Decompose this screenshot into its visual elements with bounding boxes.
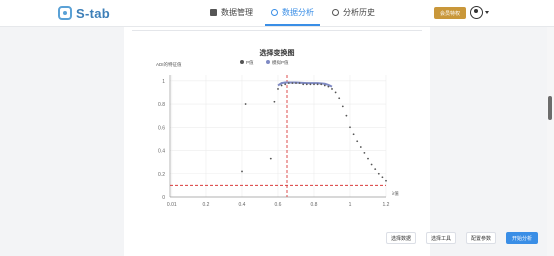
data-point [338, 97, 341, 100]
x-tick-label: 1 [349, 202, 352, 208]
data-point [385, 179, 387, 182]
y-tick-label: 1 [162, 79, 165, 85]
main-nav: 数据管理 数据分析 分析历史 [204, 0, 387, 26]
legend-label: 模拟P值 [272, 59, 289, 66]
start-analysis-button[interactable]: 开始分析 [506, 232, 538, 244]
select-tool-button[interactable]: 选择工具 [426, 232, 456, 244]
data-point [273, 100, 276, 103]
x-tick-label: 0.01 [167, 202, 177, 208]
data-point [313, 83, 315, 86]
data-point [298, 82, 301, 85]
chart-title: 选择变换图 [260, 48, 295, 57]
data-point [374, 168, 377, 171]
data-point [334, 91, 337, 94]
x-tick-label: 0.4 [239, 202, 246, 208]
y-tick-label: 0.8 [158, 102, 165, 108]
data-point [280, 84, 283, 87]
data-point [381, 176, 384, 179]
data-point [356, 140, 359, 143]
logo-text: S-tab [76, 5, 110, 21]
chevron-down-icon[interactable] [485, 11, 489, 14]
chart-card: 0.01 0.2 0.4 0.6 0.8 1 1.2 0 0.2 0.4 0.6 0.8 1 选择变换图 A… [132, 30, 422, 223]
data-point [323, 84, 326, 87]
data-point [377, 172, 380, 175]
data-point [367, 157, 369, 160]
data-point [349, 126, 351, 129]
data-point [302, 83, 305, 86]
data-point [269, 157, 272, 160]
y-tick-label: 0.6 [158, 125, 165, 131]
database-icon [210, 8, 217, 16]
lambda-chart: 0.01 0.2 0.4 0.6 0.8 1 1.2 0 0.2 0.4 0.6 0.8 1 选择变换图 A… [156, 48, 399, 208]
data-point [291, 82, 294, 85]
y-axis-label: ADI的特征值 [156, 61, 182, 68]
fit-line [277, 81, 333, 88]
x-tick-label: 0.6 [275, 202, 282, 208]
data-point [305, 83, 308, 86]
data-point [320, 83, 323, 86]
user-avatar-icon[interactable] [470, 6, 483, 19]
legend-marker [266, 60, 270, 64]
data-point [370, 163, 373, 166]
data-point [295, 82, 297, 85]
data-point [359, 146, 362, 148]
membership-button[interactable]: 会员特权 [434, 7, 466, 19]
nav-item-label: 数据管理 [221, 7, 253, 17]
data-point [287, 82, 290, 85]
data-point [277, 88, 279, 90]
x-tick-label: 0.2 [203, 202, 210, 208]
y-tick-label: 0.2 [158, 172, 165, 178]
nav-item-analysis-history[interactable]: 分析历史 [326, 0, 381, 24]
x-tick-label: 0.8 [311, 202, 318, 208]
x-axis-label: λ值 [392, 190, 399, 197]
data-point [244, 103, 247, 105]
nav-item-data-management[interactable]: 数据管理 [204, 0, 259, 24]
data-point [363, 151, 366, 154]
y-tick-label: 0 [162, 195, 165, 201]
vertical-scrollbar[interactable] [547, 27, 554, 256]
data-point [345, 114, 348, 117]
data-point [316, 83, 319, 86]
data-point [309, 83, 312, 86]
chart-icon [271, 8, 278, 16]
data-point [331, 88, 333, 90]
nav-item-data-analysis[interactable]: 数据分析 [265, 0, 320, 26]
nav-item-label: 分析历史 [343, 7, 375, 17]
y-tick-label: 0.4 [158, 149, 165, 155]
top-navigation-bar: S-tab 数据管理 数据分析 分析历史 会员特权 [0, 0, 554, 27]
select-data-button[interactable]: 选择数据 [386, 232, 416, 244]
x-tick-label: 1.2 [383, 202, 390, 208]
data-point [352, 133, 355, 136]
data-point [241, 170, 243, 173]
app-logo[interactable]: S-tab [58, 4, 110, 22]
legend-marker [240, 60, 244, 64]
configure-params-button[interactable]: 配置参数 [466, 232, 496, 244]
data-point [327, 85, 330, 88]
scrollbar-thumb[interactable] [548, 96, 552, 120]
right-gutter [430, 27, 554, 256]
nav-item-label: 数据分析 [282, 7, 314, 17]
history-icon [332, 8, 339, 16]
logo-icon [58, 6, 72, 20]
data-point [341, 105, 344, 108]
left-gutter [0, 27, 124, 256]
legend-label: P值 [246, 59, 254, 66]
data-point [284, 83, 287, 86]
